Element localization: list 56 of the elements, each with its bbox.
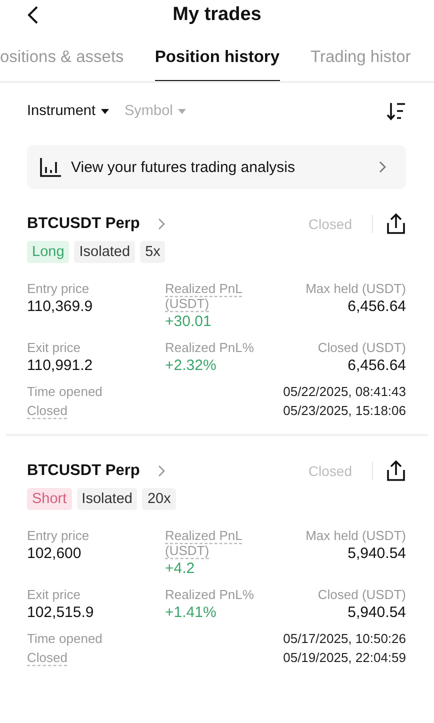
bar-chart-icon	[40, 157, 62, 177]
tag: 20x	[142, 488, 176, 510]
stat-value: 110,991.2	[27, 357, 94, 374]
stat-label: Entry price	[27, 281, 90, 296]
caret-icon	[178, 108, 186, 114]
stat-label: Closed (USDT)	[318, 587, 406, 602]
tag: 5x	[140, 241, 166, 263]
stat-value: +1.41%	[165, 604, 218, 621]
status-label: Closed	[308, 216, 352, 232]
sort-icon[interactable]	[386, 101, 406, 121]
stat-label: Exit price	[27, 340, 80, 355]
instrument-name[interactable]: BTCUSDT Perp	[27, 462, 140, 480]
time-label: Closed	[27, 403, 68, 418]
stat-label: Entry price	[27, 528, 90, 543]
chevron-right-icon[interactable]	[158, 465, 165, 477]
time-value: 05/23/2025, 15:18:06	[283, 403, 406, 418]
share-icon[interactable]	[386, 213, 406, 235]
stat-value: 5,940.54	[348, 545, 406, 562]
stat-label: Realized PnL (USDT)	[165, 281, 244, 311]
stat-label: Exit price	[27, 587, 80, 602]
chevron-right-icon[interactable]	[158, 218, 165, 230]
chevron-right-icon	[379, 161, 386, 173]
time-value: 05/19/2025, 22:04:59	[283, 650, 406, 665]
stat-value: +4.2	[165, 560, 196, 577]
stat-label: Max held (USDT)	[306, 528, 406, 543]
stat-value: 102,600	[27, 545, 82, 562]
tag: Long	[27, 241, 70, 263]
time-value: 05/17/2025, 10:50:26	[283, 631, 406, 646]
stat-label: Max held (USDT)	[306, 281, 406, 296]
instrument-name[interactable]: BTCUSDT Perp	[27, 215, 140, 233]
status-label: Closed	[308, 463, 352, 479]
time-label: Time opened	[27, 384, 102, 399]
stat-value: 102,515.9	[27, 604, 95, 621]
stat-value: +2.32%	[165, 357, 218, 374]
tag: Short	[27, 488, 72, 510]
stat-label: Realized PnL (USDT)	[165, 528, 244, 558]
filter-dropdown[interactable]: Instrument	[27, 103, 108, 119]
stat-value: 5,940.54	[348, 604, 406, 621]
tag: Isolated	[76, 488, 138, 510]
stat-label: Closed (USDT)	[318, 340, 406, 355]
stat-value: 6,456.64	[348, 298, 406, 315]
stat-label: Realized PnL%	[165, 340, 254, 355]
caret-icon	[100, 108, 108, 114]
page-title: My trades	[172, 4, 262, 26]
tab[interactable]: Position history	[154, 48, 280, 81]
share-icon[interactable]	[386, 460, 406, 482]
time-label: Time opened	[27, 631, 102, 646]
time-label: Closed	[27, 650, 68, 665]
stat-value: 110,369.9	[27, 298, 94, 315]
back-icon[interactable]	[27, 5, 39, 25]
stat-label: Realized PnL%	[165, 587, 254, 602]
stat-value: +30.01	[165, 313, 212, 330]
time-value: 05/22/2025, 08:41:43	[283, 384, 406, 399]
stat-value: 6,456.64	[348, 357, 406, 374]
tag: Isolated	[74, 241, 136, 263]
analysis-banner[interactable]: View your futures trading analysis	[27, 145, 406, 189]
